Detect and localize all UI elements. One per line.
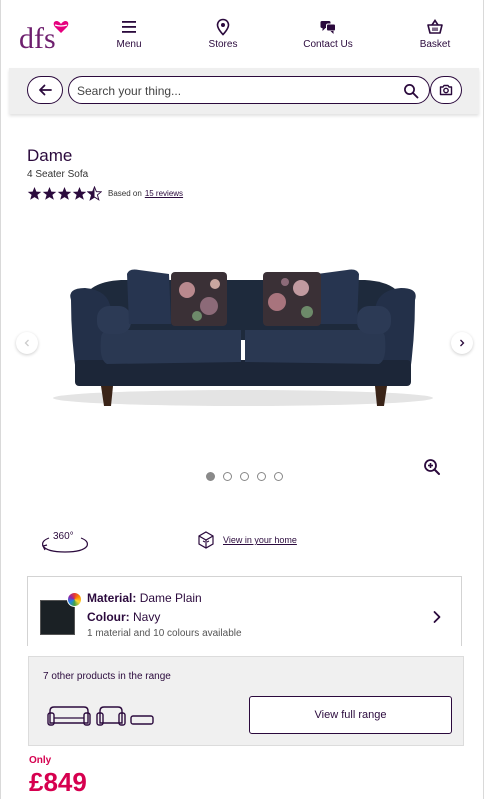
nav-stores-label: Stores bbox=[208, 39, 238, 50]
star-full-icon bbox=[27, 186, 42, 200]
nav-stores[interactable]: Stores bbox=[183, 18, 263, 50]
rating-stars bbox=[27, 186, 102, 201]
basket-icon bbox=[427, 19, 443, 34]
camera-icon bbox=[439, 84, 453, 96]
page-frame: dfs Menu Stores Contact Us Basket Search… bbox=[0, 0, 484, 799]
gallery-dot[interactable] bbox=[223, 472, 232, 481]
product-price: £849 bbox=[29, 767, 87, 797]
dfs-logo[interactable]: dfs bbox=[19, 14, 73, 55]
gallery-prev-button[interactable] bbox=[16, 332, 38, 354]
gallery-pagination bbox=[206, 472, 291, 481]
sofa-image bbox=[53, 269, 433, 406]
price-prefix: Only bbox=[29, 755, 52, 766]
view-360-button[interactable]: 360° bbox=[39, 528, 91, 556]
star-full-icon bbox=[72, 186, 87, 200]
chevron-right-icon bbox=[433, 611, 441, 623]
range-count-text: 7 other products in the range bbox=[43, 671, 171, 682]
search-field bbox=[68, 76, 430, 104]
gallery-next-button[interactable] bbox=[451, 332, 473, 354]
zoom-in-icon[interactable] bbox=[423, 458, 441, 476]
chevron-right-icon bbox=[460, 339, 465, 347]
chat-icon bbox=[320, 21, 336, 34]
material-label: Material: bbox=[87, 591, 137, 605]
material-selector[interactable]: Material: Dame Plain Colour: Navy 1 mate… bbox=[27, 576, 462, 646]
range-panel: 7 other products in the range View full … bbox=[28, 656, 464, 746]
star-half-icon bbox=[87, 186, 102, 201]
search-input[interactable] bbox=[77, 81, 387, 101]
product-rating: Based on 15 reviews bbox=[27, 186, 183, 201]
product-title: Dame bbox=[27, 146, 73, 165]
nav-basket-label: Basket bbox=[419, 39, 451, 50]
material-value: Dame Plain bbox=[139, 591, 202, 605]
nav-contact[interactable]: Contact Us bbox=[288, 18, 368, 50]
visual-search-button[interactable] bbox=[430, 76, 462, 104]
site-header: dfs Menu Stores Contact Us Basket bbox=[1, 0, 483, 62]
colour-line: Colour: Navy bbox=[87, 610, 160, 624]
colour-wheel-icon bbox=[67, 592, 82, 607]
location-pin-icon bbox=[216, 18, 230, 36]
nav-menu[interactable]: Menu bbox=[89, 18, 169, 50]
gallery-dot[interactable] bbox=[206, 472, 215, 481]
product-subtitle: 4 Seater Sofa bbox=[27, 169, 89, 180]
view-full-range-button[interactable]: View full range bbox=[249, 696, 452, 734]
reviews-link[interactable]: 15 reviews bbox=[145, 189, 183, 198]
colour-label: Colour: bbox=[87, 610, 130, 624]
rating-prefix: Based on bbox=[108, 189, 142, 198]
search-icon[interactable] bbox=[403, 83, 419, 99]
nav-menu-label: Menu bbox=[116, 39, 142, 50]
material-line: Material: Dame Plain bbox=[87, 591, 202, 605]
chevron-left-icon bbox=[24, 339, 29, 347]
gallery-dot[interactable] bbox=[274, 472, 283, 481]
view-in-your-home-label: View in your home bbox=[223, 535, 297, 545]
view-in-your-home-button[interactable]: View in your home bbox=[196, 530, 297, 550]
availability-text: 1 material and 10 colours available bbox=[87, 628, 242, 639]
search-bar bbox=[9, 68, 479, 114]
gallery-dot[interactable] bbox=[240, 472, 249, 481]
arrow-left-icon bbox=[39, 84, 52, 96]
star-full-icon bbox=[57, 186, 72, 200]
menu-icon bbox=[122, 21, 136, 33]
nav-contact-label: Contact Us bbox=[303, 39, 353, 50]
colour-value: Navy bbox=[133, 610, 161, 624]
gallery-dot[interactable] bbox=[257, 472, 266, 481]
back-button[interactable] bbox=[27, 76, 63, 104]
star-full-icon bbox=[42, 186, 57, 200]
range-furniture-icon bbox=[47, 706, 154, 726]
logo-text: dfs bbox=[19, 22, 56, 54]
nav-basket[interactable]: Basket bbox=[395, 18, 475, 50]
product-gallery[interactable] bbox=[1, 240, 483, 460]
view-360-label: 360° bbox=[53, 531, 74, 542]
ar-cube-icon bbox=[198, 531, 214, 549]
